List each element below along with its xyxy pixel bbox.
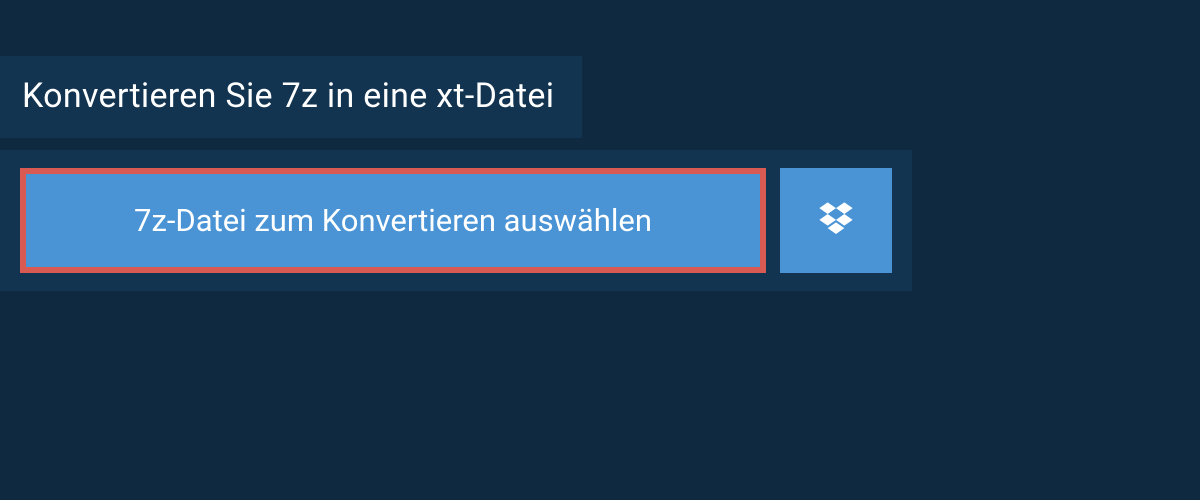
dropbox-button[interactable]	[780, 168, 892, 273]
select-file-button[interactable]: 7z-Datei zum Konvertieren auswählen	[20, 168, 766, 273]
page-title: Konvertieren Sie 7z in eine xt-Datei	[22, 76, 554, 116]
upload-panel: 7z-Datei zum Konvertieren auswählen	[0, 150, 912, 291]
page-header: Konvertieren Sie 7z in eine xt-Datei	[0, 56, 582, 138]
select-file-button-label: 7z-Datei zum Konvertieren auswählen	[134, 202, 652, 239]
dropbox-icon	[816, 199, 856, 243]
